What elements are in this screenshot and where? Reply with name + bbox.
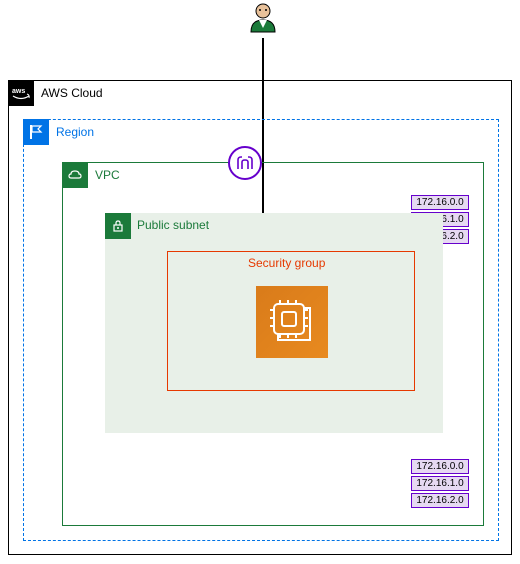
- region-container: Region VPC 172.16.0.0 172.16.1.0 172.16.…: [23, 119, 499, 541]
- internet-gateway-icon: [228, 146, 262, 180]
- aws-logo-icon: aws: [8, 80, 34, 106]
- aws-cloud-label: AWS Cloud: [41, 86, 103, 100]
- aws-cloud-container: aws AWS Cloud Region VPC 172.16.0.0 172.…: [8, 80, 512, 555]
- cidr-block: 172.16.2.0: [411, 493, 469, 508]
- cidr-block: 172.16.1.0: [411, 476, 469, 491]
- cidr-block: 172.16.0.0: [411, 459, 469, 474]
- ec2-instance-icon: [256, 286, 328, 358]
- security-group-label: Security group: [248, 256, 325, 270]
- region-icon: [23, 119, 49, 145]
- vpc-label: VPC: [95, 168, 120, 182]
- vpc-container: VPC 172.16.0.0 172.16.1.0 172.16.2.0 Pub…: [62, 162, 484, 526]
- vpc-icon: [62, 162, 88, 188]
- svg-text:aws: aws: [12, 88, 25, 95]
- subnet-icon: [105, 213, 131, 239]
- public-subnet-label: Public subnet: [137, 218, 209, 232]
- cidr-block: 172.16.0.0: [411, 195, 469, 210]
- region-label: Region: [56, 125, 94, 139]
- user-icon: [245, 2, 281, 43]
- cidr-blocks-bottom: 172.16.0.0 172.16.1.0 172.16.2.0: [411, 459, 469, 510]
- public-subnet-container: Public subnet Security group: [105, 213, 443, 433]
- security-group-container: Security group: [167, 251, 415, 391]
